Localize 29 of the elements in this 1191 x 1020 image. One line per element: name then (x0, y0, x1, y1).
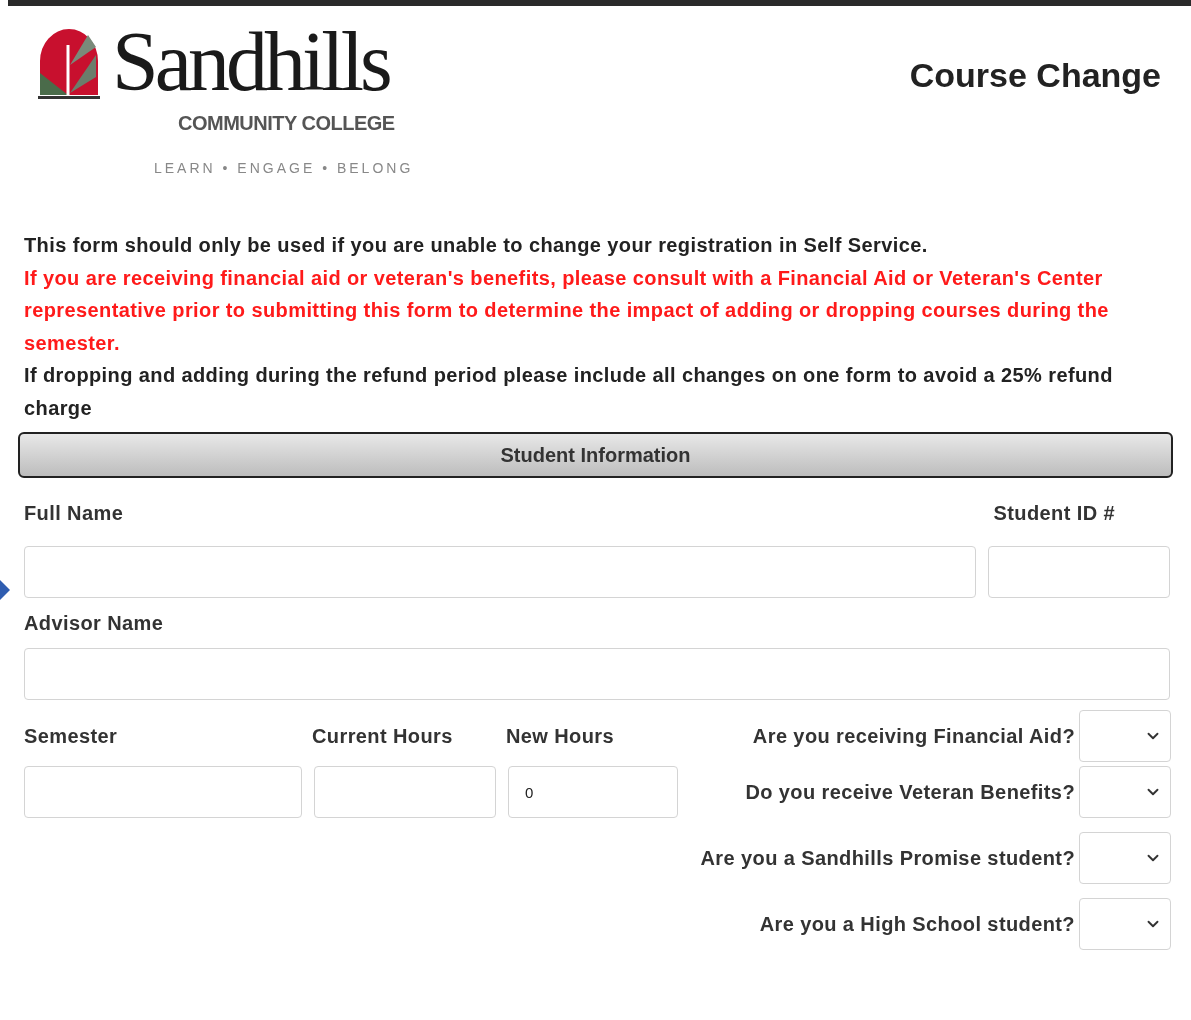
field-label: New Hours (506, 724, 616, 749)
notice-text: If dropping and adding during the refund period please include all changes on one form to avoid a 25% refund charge (24, 363, 1114, 421)
field-label: Current Hours (312, 724, 454, 749)
field-label: Are you receiving Financial Aid? (752, 724, 1075, 749)
text-field[interactable] (24, 648, 1170, 700)
field-label: Are you a High School student? (759, 912, 1075, 937)
logo-tagline: LEARN • ENGAGE • BELONG (154, 159, 414, 178)
field-label: Advisor Name (24, 612, 164, 634)
notice-text: If you are receiving financial aid or veteran's benefits, please consult with a Financial Aid or Veteran's Center representative prior to submitting this form to determine the impact of adding or dropping courses during the semester. (24, 265, 1110, 356)
text-field[interactable] (24, 546, 976, 598)
field-label: Are you a Sandhills Promise student? (700, 846, 1075, 871)
field-label: Do you receive Veteran Benefits? (745, 780, 1075, 805)
text-field[interactable] (988, 546, 1170, 598)
logo-wordmark: Sandhills (112, 20, 389, 104)
text-field[interactable] (314, 766, 496, 818)
logo-subtitle: COMMUNITY COLLEGE (178, 111, 395, 136)
page-title: Course Change (909, 55, 1161, 96)
dropdown-select[interactable] (1079, 710, 1171, 762)
dropdown-select[interactable] (1079, 832, 1171, 884)
field-label: Full Name (24, 501, 124, 526)
text-field[interactable] (24, 766, 302, 818)
dropdown-select[interactable] (1079, 898, 1171, 950)
notice-text: This form should only be used if you are unable to change your registration in Self Service. (24, 233, 929, 258)
pointer-arrow-icon (0, 580, 10, 600)
text-field[interactable]: 0 (508, 766, 678, 818)
field-label: Semester (24, 724, 119, 749)
field-label: Student ID # (993, 501, 1115, 526)
dropdown-select[interactable] (1079, 766, 1171, 818)
section-header: Student Information (18, 432, 1173, 478)
